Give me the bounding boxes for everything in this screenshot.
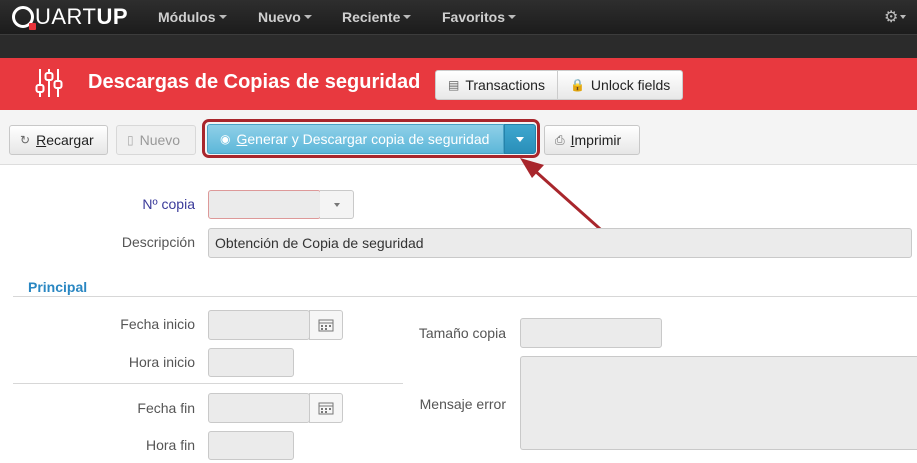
button-label: Unlock fields: [590, 77, 671, 93]
page-title: Descargas de Copias de seguridad: [88, 71, 421, 93]
menu-label: Favoritos: [442, 9, 506, 25]
error-message-label: Mensaje error: [419, 396, 506, 412]
chevron-down-icon: [403, 15, 412, 19]
size-field[interactable]: [520, 318, 662, 348]
sliders-icon: [35, 69, 63, 97]
logo-text-bold: UP: [96, 4, 129, 29]
chevron-down-icon: [218, 15, 227, 19]
document-icon: ▤: [448, 78, 460, 92]
button-label: Transactions: [465, 77, 545, 93]
gear-icon: ⚙: [884, 9, 899, 26]
description-field[interactable]: Obtención de Copia de seguridad: [208, 228, 912, 258]
reload-label: ecargar: [46, 132, 94, 148]
generate-label: enerar y Descargar copia de seguridad: [247, 131, 490, 147]
print-button[interactable]: ⎙ Imprimir: [544, 125, 640, 155]
lock-icon: 🔒: [569, 78, 585, 92]
new-label: Nuevo: [139, 132, 181, 148]
start-time-label: Hora inicio: [128, 354, 195, 370]
title-button-group: ▤ Transactions 🔒 Unlock fields: [435, 70, 684, 100]
menu-label: Nuevo: [258, 9, 301, 25]
calendar-icon[interactable]: [309, 310, 343, 340]
chevron-down-icon: [303, 15, 312, 19]
generate-accesskey: G: [236, 131, 248, 147]
end-time-field[interactable]: [208, 431, 294, 460]
error-message-field[interactable]: [520, 356, 917, 450]
start-time-field[interactable]: [208, 348, 294, 377]
refresh-icon: ↻: [20, 133, 31, 147]
unlock-fields-button[interactable]: 🔒 Unlock fields: [556, 71, 682, 99]
menu-favoritos[interactable]: Favoritos: [442, 0, 517, 34]
size-label: Tamaño copia: [418, 325, 506, 341]
print-label: mprimir: [574, 132, 622, 148]
menu-label: Módulos: [158, 9, 216, 25]
logo-q-mark: [12, 6, 36, 30]
menu-label: Reciente: [342, 9, 401, 25]
menu-modulos[interactable]: Módulos: [158, 0, 227, 34]
top-navbar: UART UP Módulos Nuevo Reciente Favoritos …: [0, 0, 917, 34]
new-button[interactable]: ▯ Nuevo: [116, 125, 196, 155]
end-time-label: Hora fin: [145, 437, 195, 453]
generate-download-backup-button[interactable]: ◉ Generar y Descargar copia de seguridad: [207, 124, 504, 154]
chevron-down-icon: [508, 15, 517, 19]
start-date-label: Fecha inicio: [120, 316, 195, 332]
transactions-button[interactable]: ▤ Transactions: [436, 71, 557, 99]
copy-number-select[interactable]: [208, 190, 321, 219]
section-title-principal: Principal: [28, 279, 88, 295]
description-label: Descripción: [121, 234, 195, 250]
app-logo[interactable]: UART UP: [12, 4, 129, 30]
reload-accesskey: R: [36, 132, 47, 148]
new-document-icon: ▯: [127, 133, 134, 147]
form-divider: [13, 383, 403, 384]
section-divider: [13, 296, 917, 297]
copy-number-dropdown-toggle[interactable]: [320, 190, 354, 219]
reload-button[interactable]: ↻ Recargar: [9, 125, 108, 155]
end-date-label: Fecha fin: [137, 400, 195, 416]
menu-nuevo[interactable]: Nuevo: [258, 0, 312, 34]
end-date-field[interactable]: [208, 393, 310, 423]
logo-text: UART: [35, 4, 97, 29]
calendar-icon[interactable]: [309, 393, 343, 423]
printer-icon: ⎙: [555, 132, 565, 147]
menu-reciente[interactable]: Reciente: [342, 0, 412, 34]
copy-number-label: Nº copia: [142, 196, 195, 212]
chevron-down-icon: [900, 15, 907, 19]
download-document-icon: ◉: [220, 132, 231, 146]
settings-menu[interactable]: ⚙: [884, 8, 910, 26]
generate-dropdown-toggle[interactable]: [504, 124, 536, 154]
secondary-strip: [0, 34, 917, 58]
start-date-field[interactable]: [208, 310, 310, 340]
